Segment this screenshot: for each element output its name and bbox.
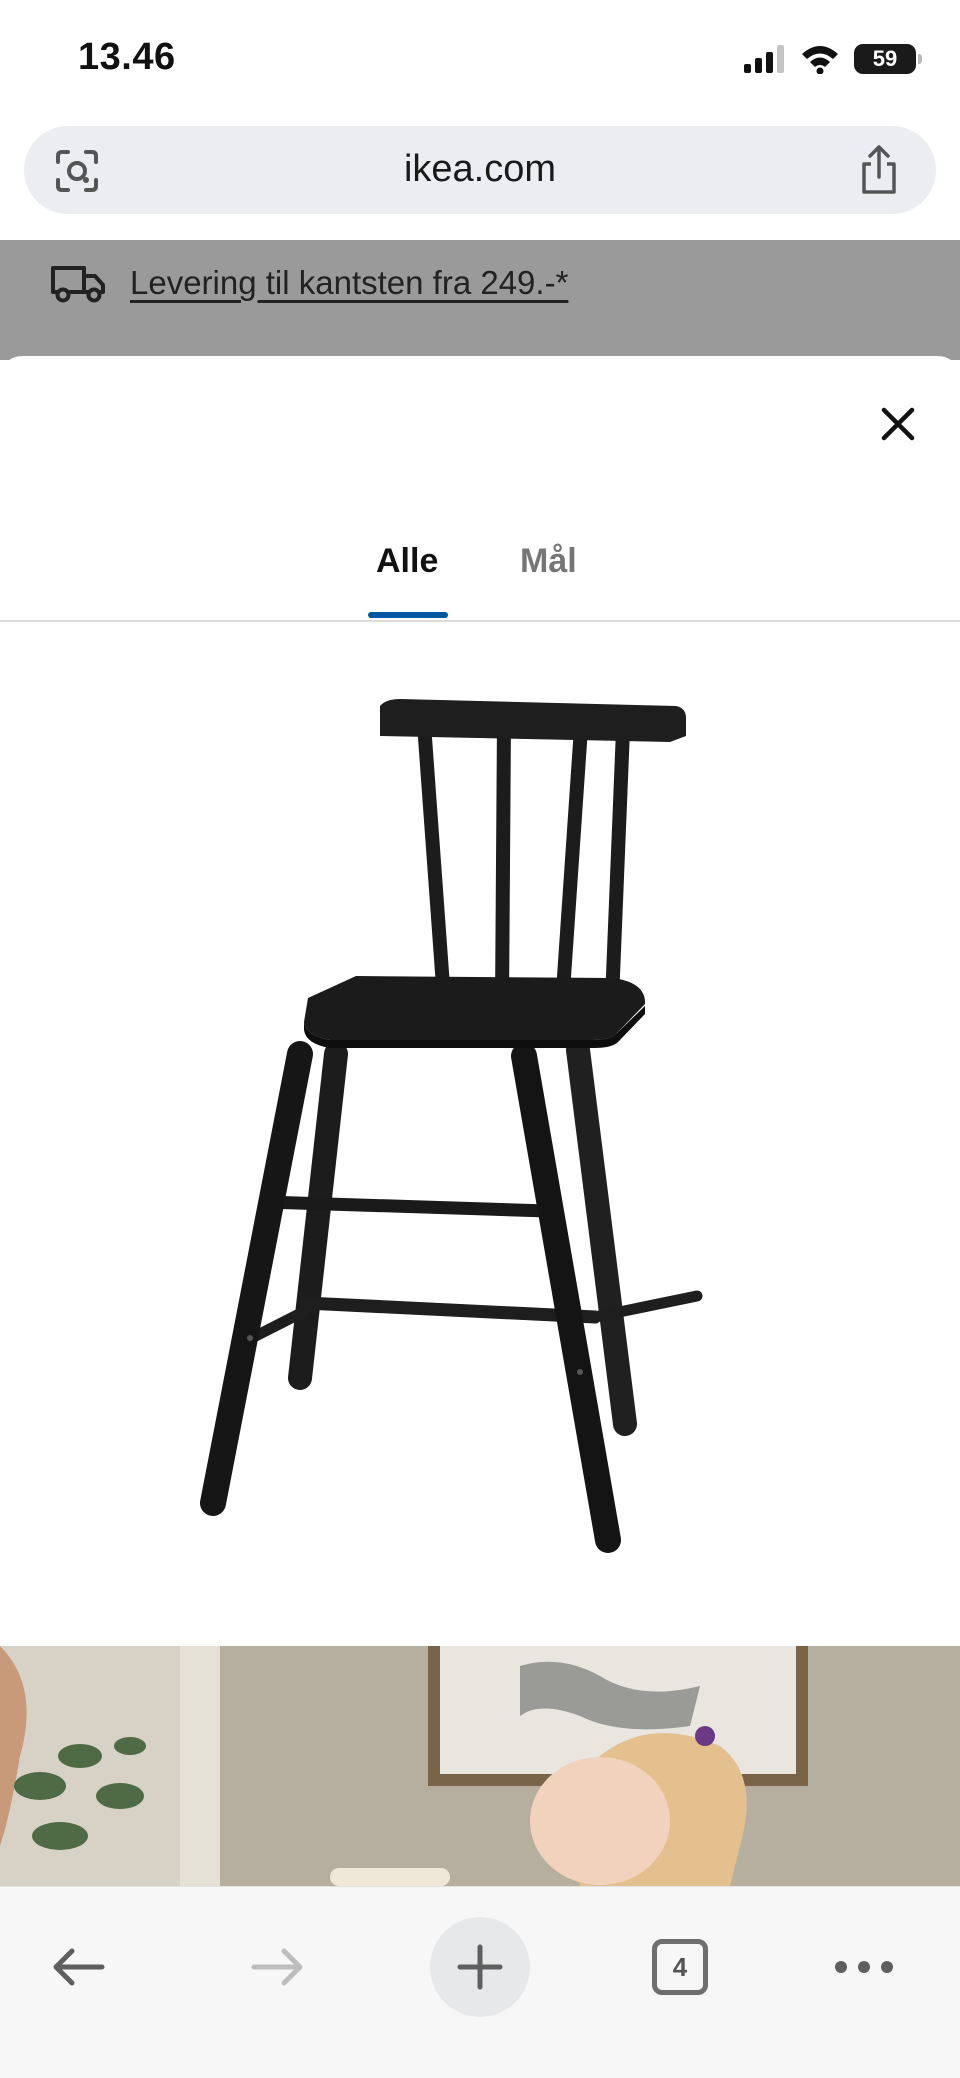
more-icon[interactable]	[834, 1960, 894, 1974]
forward-button[interactable]	[228, 1917, 328, 2017]
new-tab-button[interactable]	[430, 1917, 530, 2017]
screen: 13.46 59 ikea.com Levering til kantsten …	[0, 0, 960, 2078]
url-text: ikea.com	[403, 148, 557, 190]
status-icons: 59	[742, 44, 922, 74]
share-icon[interactable]	[856, 144, 902, 196]
battery-level: 59	[872, 46, 898, 71]
tabs-button[interactable]: 4	[630, 1917, 730, 2017]
close-icon[interactable]	[881, 407, 915, 441]
address-bar[interactable]: ikea.com	[24, 126, 936, 214]
more-button[interactable]	[814, 1917, 914, 2017]
close-button[interactable]	[874, 400, 922, 448]
back-button[interactable]	[28, 1917, 128, 2017]
delivery-banner[interactable]: Levering til kantsten fra 249.-*	[50, 262, 568, 304]
browser-toolbar: 4	[0, 1886, 960, 2078]
lifestyle-image[interactable]	[0, 1646, 960, 1886]
plus-icon[interactable]	[457, 1944, 503, 1990]
wifi-icon	[802, 46, 838, 74]
signal-icon	[744, 45, 784, 73]
tab-indicator	[368, 612, 448, 618]
gallery-tabs: Alle Mål	[0, 532, 960, 622]
back-arrow-icon[interactable]	[50, 1947, 106, 1987]
tab-alle[interactable]: Alle	[376, 542, 438, 581]
status-bar: 13.46 59	[0, 0, 960, 120]
product-image[interactable]	[180, 636, 780, 1596]
battery-icon: 59	[854, 44, 922, 74]
forward-arrow-icon[interactable]	[250, 1947, 306, 1987]
image-gallery-sheet: Alle Mål	[0, 356, 960, 1886]
tabs-icon[interactable]: 4	[652, 1939, 708, 1995]
status-time: 13.46	[78, 36, 176, 78]
truck-icon	[51, 266, 105, 303]
delivery-link[interactable]: Levering til kantsten fra 249.-*	[130, 264, 568, 302]
tab-maal[interactable]: Mål	[520, 542, 577, 581]
